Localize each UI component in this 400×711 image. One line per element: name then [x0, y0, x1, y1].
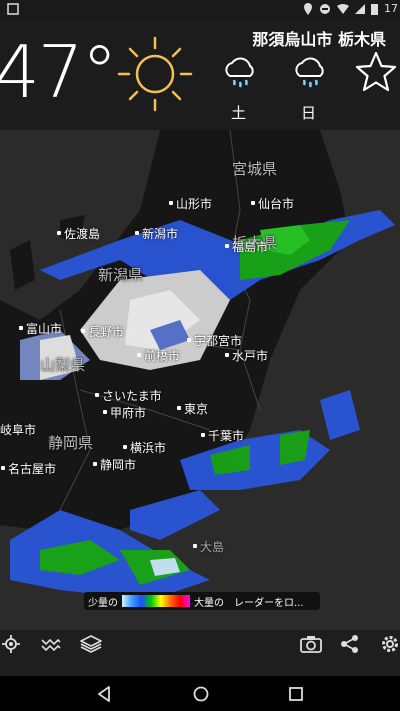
- prefecture-label-shizuoka: 静岡県: [48, 434, 94, 452]
- location-status-icon: [304, 2, 312, 15]
- city-label-toyama: 富山市: [18, 322, 63, 336]
- weather-header[interactable]: 47° 那須烏山市 栃木県 土 日: [0, 18, 400, 130]
- city-label-oshima: 大島: [192, 540, 225, 554]
- status-bar: 17: [0, 0, 400, 18]
- city-label-nagoya: 名古屋市: [0, 462, 57, 476]
- home-icon[interactable]: [192, 685, 210, 703]
- city-label-fukushima: 福島市: [224, 240, 269, 254]
- rain-cloud-icon: [225, 57, 254, 88]
- status-right: 17: [303, 2, 398, 15]
- prefecture-label-yamanashi: 山梨県: [40, 356, 86, 374]
- city-label-kofu: 甲府市: [102, 406, 147, 420]
- city-label-sado: 佐渡島: [56, 227, 101, 241]
- city-label-saitama: さいたま市: [95, 389, 162, 403]
- my-location-icon[interactable]: [2, 635, 20, 653]
- camera-icon[interactable]: [300, 635, 322, 653]
- layers-icon[interactable]: [80, 635, 102, 653]
- radar-map[interactable]: 宮城県 新潟県 栃木県 静岡県 山梨県 山形市 仙台市 佐渡島 新潟市 福島市 …: [0, 130, 400, 630]
- city-label-yamagata: 山形市: [168, 197, 213, 211]
- radar-legend[interactable]: 少量の 大量の レーダーをロ...: [84, 592, 320, 610]
- city-label-mito: 水戸市: [224, 349, 269, 363]
- legend-low-label: 少量の: [88, 597, 118, 609]
- city-label-chiba: 千葉市: [200, 429, 245, 443]
- city-label-shizuoka: 静岡市: [92, 458, 137, 472]
- back-icon[interactable]: [96, 686, 112, 702]
- forecast-day-1: 土: [231, 104, 247, 122]
- legend-intensity-gradient: [122, 595, 190, 607]
- rain-cloud-icon: [295, 57, 324, 88]
- radar-overlay-icon[interactable]: [40, 635, 62, 653]
- current-temperature: 47°: [0, 30, 118, 114]
- legend-radar-label[interactable]: レーダーをロ...: [234, 594, 304, 609]
- recents-icon[interactable]: [288, 686, 304, 702]
- city-label-maebashi: 前橋市: [136, 349, 181, 363]
- do-not-disturb-icon: [320, 3, 330, 14]
- forecast-day-2: 日: [301, 104, 317, 122]
- city-label-niigata: 新潟市: [134, 227, 179, 241]
- city-label-sendai: 仙台市: [250, 197, 295, 211]
- star-icon[interactable]: [354, 50, 398, 94]
- city-label-nagano: 長野市: [80, 325, 125, 339]
- system-navigation-bar: [0, 676, 400, 711]
- status-time: 17: [384, 2, 398, 15]
- location-name[interactable]: 那須烏山市 栃木県: [252, 26, 386, 50]
- prefecture-label-niigata: 新潟県: [98, 266, 144, 284]
- battery-icon: [371, 3, 378, 15]
- city-label-gifu: 岐阜市: [0, 423, 37, 437]
- legend-high-label: 大量の: [194, 597, 224, 609]
- signal-icon: [355, 3, 365, 14]
- prefecture-label-miyagi: 宮城県: [232, 160, 278, 178]
- city-label-yokohama: 横浜市: [122, 441, 167, 455]
- wifi-icon: [337, 3, 349, 14]
- share-icon[interactable]: [340, 634, 360, 654]
- map-toolbar: [0, 630, 400, 676]
- status-notifications: [6, 2, 66, 19]
- settings-gear-icon[interactable]: [380, 634, 400, 654]
- sun-icon: [117, 36, 193, 112]
- city-label-tokyo: 東京: [176, 402, 209, 416]
